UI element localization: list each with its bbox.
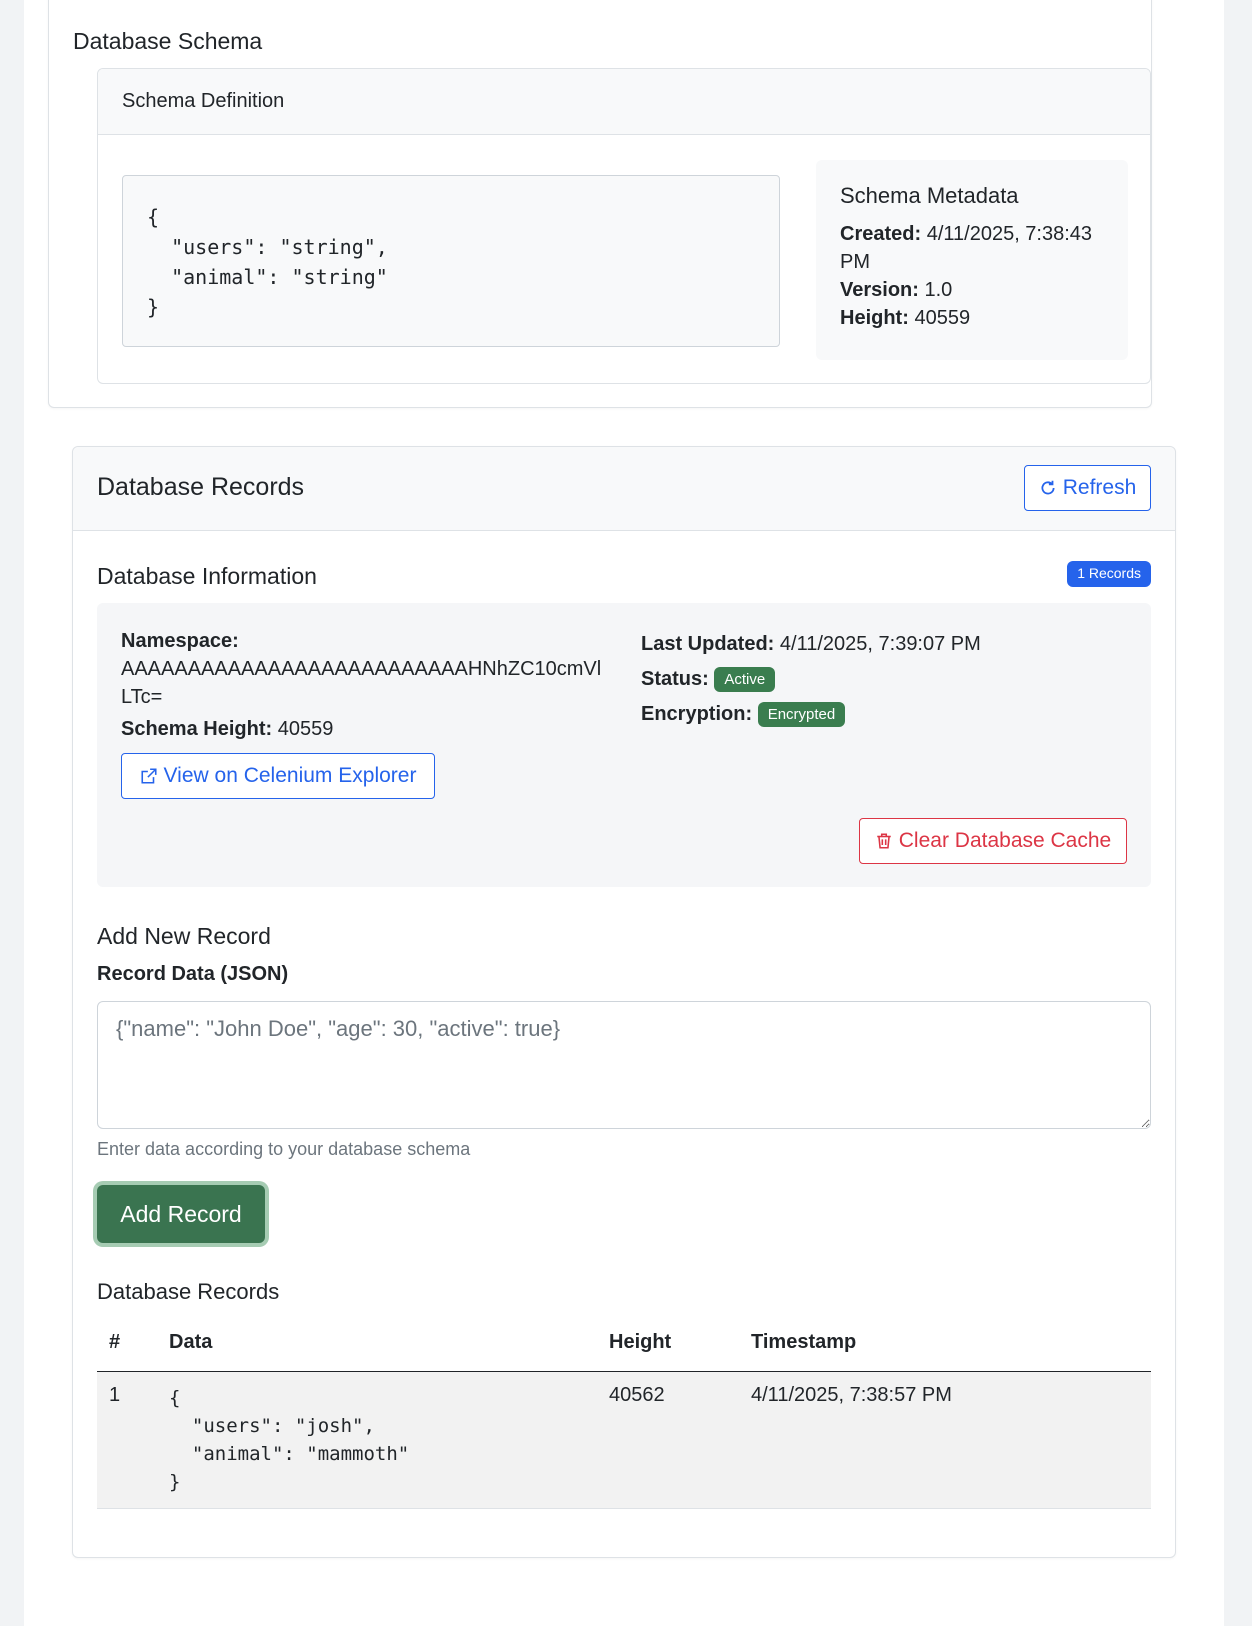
schema-code-block: { "users": "string", "animal": "string" … bbox=[122, 175, 780, 347]
schema-version-label: Version: bbox=[840, 279, 919, 301]
schema-height-label: Height: bbox=[840, 307, 909, 329]
info-right-column: Last Updated: 4/11/2025, 7:39:07 PM Stat… bbox=[641, 627, 1121, 732]
row-height: 40562 bbox=[597, 1371, 739, 1509]
refresh-icon bbox=[1041, 480, 1055, 495]
row-data: { "users": "josh", "animal": "mammoth" } bbox=[157, 1371, 597, 1509]
record-data-label: Record Data (JSON) bbox=[97, 963, 289, 985]
encryption-badge: Encrypted bbox=[757, 702, 846, 728]
database-information-title: Database Information bbox=[97, 563, 317, 589]
column-header-height: Height bbox=[597, 1315, 739, 1372]
column-header-data: Data bbox=[157, 1315, 597, 1372]
view-on-explorer-button[interactable]: View on Celenium Explorer bbox=[121, 753, 435, 799]
schema-version: Version: 1.0 bbox=[840, 276, 1104, 304]
records-card-title: Database Records bbox=[97, 473, 305, 501]
schema-height-info-value: 40559 bbox=[277, 718, 334, 740]
trash-icon bbox=[877, 833, 891, 849]
schema-height-value: 40559 bbox=[914, 307, 971, 329]
clear-database-cache-label: Clear Database Cache bbox=[898, 829, 1112, 852]
refresh-button[interactable]: Refresh bbox=[1024, 465, 1151, 511]
schema-metadata-panel: Schema Metadata Created: 4/11/2025, 7:38… bbox=[816, 160, 1128, 360]
schema-metadata-title: Schema Metadata bbox=[840, 183, 1019, 208]
records-table-header-row: # Data Height Timestamp bbox=[97, 1315, 1151, 1372]
schema-height: Height: 40559 bbox=[840, 304, 1104, 332]
column-header-timestamp: Timestamp bbox=[739, 1315, 1151, 1372]
record-data-input[interactable] bbox=[97, 1001, 1151, 1129]
last-updated-label: Last Updated: bbox=[641, 633, 775, 655]
encryption-label: Encryption: bbox=[641, 703, 753, 725]
schema-height-info-label: Schema Height: bbox=[121, 718, 273, 740]
add-new-record-title: Add New Record bbox=[97, 923, 271, 949]
record-data-help-text: Enter data according to your database sc… bbox=[97, 1139, 471, 1159]
schema-definition-header: Schema Definition bbox=[98, 69, 1150, 135]
database-records-card: Database Records Refresh Database Inform… bbox=[72, 446, 1176, 1558]
info-left-column: Namespace: AAAAAAAAAAAAAAAAAAAAAAAAAAHNh… bbox=[121, 627, 611, 743]
column-header-index: # bbox=[97, 1315, 157, 1372]
external-link-icon bbox=[141, 768, 157, 784]
schema-section-title: Database Schema bbox=[73, 28, 263, 54]
records-table: # Data Height Timestamp 1 { "users": "jo… bbox=[97, 1315, 1151, 1509]
schema-definition-card: Schema Definition { "users": "string", "… bbox=[97, 68, 1151, 384]
refresh-label: Refresh bbox=[1062, 476, 1137, 499]
namespace-label: Namespace: bbox=[121, 630, 239, 652]
view-on-explorer-label: View on Celenium Explorer bbox=[163, 764, 417, 787]
row-timestamp: 4/11/2025, 7:38:57 PM bbox=[739, 1371, 1151, 1509]
schema-created-label: Created: bbox=[840, 223, 922, 245]
add-record-button[interactable]: Add Record bbox=[97, 1185, 265, 1243]
row-index: 1 bbox=[97, 1371, 157, 1509]
schema-created: Created: 4/11/2025, 7:38:43 PM bbox=[840, 220, 1104, 276]
namespace-value: AAAAAAAAAAAAAAAAAAAAAAAAAAHNhZC10cmVlLTc… bbox=[121, 658, 602, 708]
status-label: Status: bbox=[641, 668, 709, 690]
table-row: 1 { "users": "josh", "animal": "mammoth"… bbox=[97, 1371, 1151, 1509]
database-information-panel: Namespace: AAAAAAAAAAAAAAAAAAAAAAAAAAHNh… bbox=[97, 603, 1151, 887]
records-table-title: Database Records bbox=[97, 1279, 280, 1304]
records-card-header: Database Records Refresh bbox=[73, 447, 1175, 531]
status-badge: Active bbox=[714, 667, 776, 693]
clear-database-cache-button[interactable]: Clear Database Cache bbox=[859, 818, 1127, 864]
last-updated-value: 4/11/2025, 7:39:07 PM bbox=[779, 633, 981, 655]
schema-version-value: 1.0 bbox=[924, 279, 953, 301]
records-count-badge: 1 Records bbox=[1067, 561, 1151, 587]
